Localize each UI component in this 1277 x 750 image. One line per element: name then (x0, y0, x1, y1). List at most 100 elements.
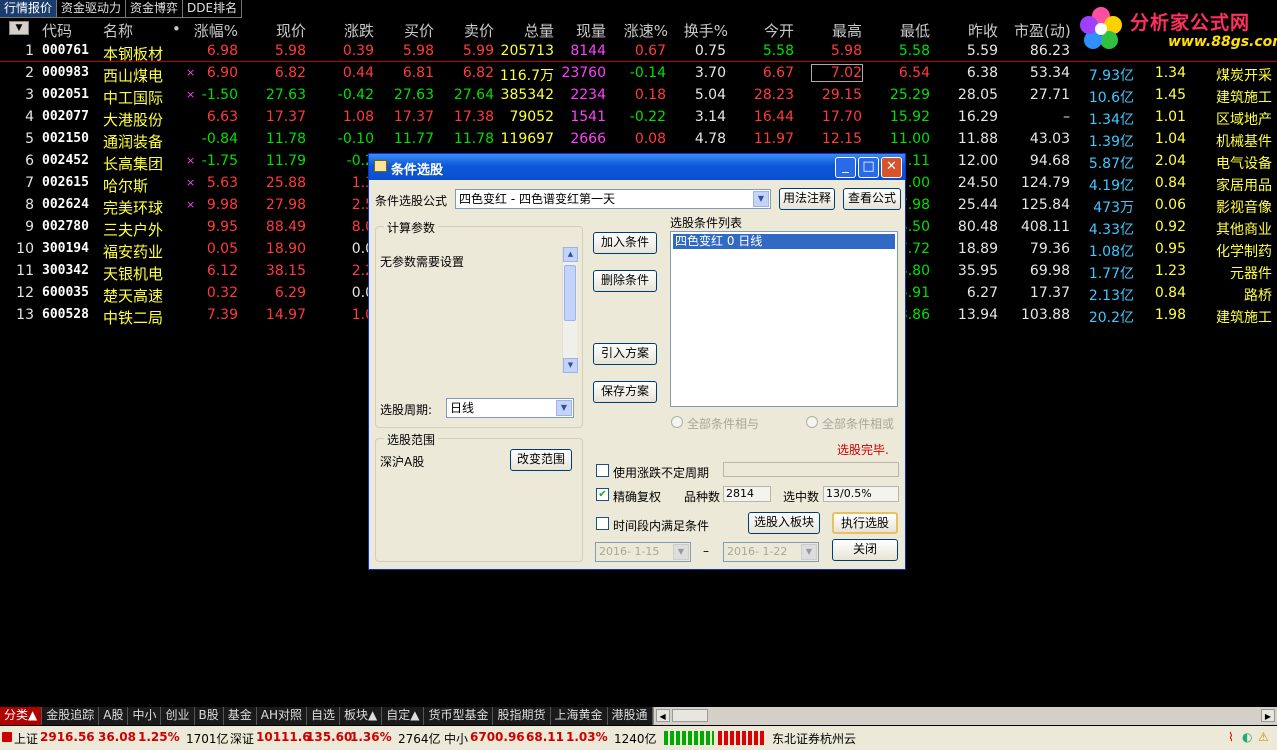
cell-prev: 6.27 (966, 285, 998, 301)
col-high[interactable]: 最高 (824, 20, 862, 41)
col-speed[interactable]: 涨速% (620, 20, 668, 41)
col-turnover[interactable]: 换手% (680, 20, 728, 41)
table-row[interactable]: 1 000761 本钢板材 6.98 5.98 0.39 5.98 5.99 205713 814… (0, 40, 1277, 63)
bottom-tab-6[interactable]: 基金 (223, 707, 257, 725)
change-range-button[interactable]: 改变范围 (510, 449, 572, 471)
bottom-tab-scrollbar[interactable]: ◀ ▶ (652, 707, 1277, 725)
cell-low: 11.00 (889, 131, 930, 147)
col-prev-close[interactable]: 昨收 (960, 20, 998, 41)
scroll-down-icon[interactable]: ▼ (563, 358, 578, 373)
bottom-tab-8[interactable]: 自选 (306, 707, 340, 725)
bottom-tab-11[interactable]: 货币型基金 (424, 707, 494, 725)
cell-ind: 建筑施工 (1216, 90, 1272, 106)
sort-dropdown-icon[interactable]: ▼ (9, 21, 29, 35)
bottom-tab-1[interactable]: 金股追踪 (42, 707, 100, 725)
close-icon[interactable]: ✕ (881, 157, 902, 178)
chevron-down-icon[interactable]: ▼ (556, 400, 572, 416)
cell-change: 0.44 (342, 65, 374, 81)
cell-name: 完美环球 (103, 199, 164, 217)
col-bid[interactable]: 买价 (396, 20, 434, 41)
chevron-down-icon[interactable]: ▼ (673, 544, 689, 560)
col-chg-pct[interactable]: 涨幅% (192, 20, 238, 41)
bottom-tab-10[interactable]: 自定▲ (382, 707, 425, 725)
tab-dde-rank[interactable]: DDE排名 (183, 0, 243, 18)
cell-spd: -0.14 (629, 65, 666, 81)
col-cur-vol[interactable]: 现量 (568, 20, 606, 41)
time-range-checkbox[interactable] (596, 517, 609, 530)
close-button[interactable]: 关闭 (832, 539, 898, 561)
cell-chg: 0.05 (206, 241, 238, 257)
scroll-left-icon[interactable]: ◀ (655, 709, 670, 722)
uncertain-period-checkbox[interactable] (596, 464, 609, 477)
cell-n: 9 (25, 219, 34, 235)
col-ask[interactable]: 卖价 (456, 20, 494, 41)
col-code[interactable]: 代码 (42, 20, 72, 41)
col-name[interactable]: 名称 (103, 20, 133, 41)
col-change[interactable]: 涨跌 (336, 20, 374, 41)
bottom-tab-12[interactable]: 股指期货 (493, 707, 551, 725)
cell-pe: 408.11 (1021, 219, 1070, 235)
scroll-right-icon[interactable]: ▶ (1261, 709, 1275, 722)
condition-list-item[interactable]: 四色变红 0 日线 (673, 234, 895, 249)
bottom-tab-0[interactable]: 分类▲ (0, 707, 43, 725)
cell-cap: 1.39亿 (1088, 134, 1134, 150)
cell-cap: 4.33亿 (1088, 222, 1134, 238)
tab-fund-game[interactable]: 资金博弈 (126, 0, 184, 18)
dialog-title-bar[interactable]: 条件选股 _ □ ✕ (369, 154, 905, 180)
col-low[interactable]: 最低 (892, 20, 930, 41)
bottom-tab-7[interactable]: AH对照 (256, 707, 307, 725)
col-volume[interactable]: 总量 (516, 20, 554, 41)
bottom-tab-4[interactable]: 创业 (161, 707, 195, 725)
cell-code: 600528 (42, 307, 89, 322)
col-price[interactable]: 现价 (268, 20, 306, 41)
bottom-tab-14[interactable]: 港股通 (607, 707, 653, 725)
table-row[interactable]: 3 002051 中工国际 -1.50 27.63 -0.42 27.63 27.64 3853… (0, 84, 1277, 107)
cell-price: 17.37 (265, 109, 306, 125)
cell-ind: 煤炭开采 (1216, 68, 1272, 84)
connection-icon[interactable]: ◐ (1242, 730, 1252, 744)
cell-ratio: 1.01 (1154, 109, 1186, 125)
tab-fund-drive[interactable]: 资金驱动力 (57, 0, 127, 18)
table-row[interactable]: 2 000983 西山煤电 6.90 6.82 0.44 6.81 6.82 116.7万 237… (0, 62, 1277, 85)
bottom-tab-bar: 分类▲ 金股追踪 A股 中小 创业 B股 基金 AH对照 自选 板块▲ 自定▲ 货币型基金 股指期货 上海… (0, 707, 1277, 725)
chevron-down-icon[interactable]: ▼ (801, 544, 817, 560)
usage-notes-button[interactable]: 用法注释 (779, 188, 835, 210)
minimize-icon[interactable]: _ (835, 157, 856, 178)
table-row[interactable]: 4 002077 大港股份 6.63 17.37 1.08 17.37 17.38 79052 1… (0, 106, 1277, 129)
bottom-tab-5[interactable]: B股 (194, 707, 224, 725)
execute-select-button[interactable]: 执行选股 (832, 512, 898, 534)
maximize-icon[interactable]: □ (858, 157, 879, 178)
bottom-tab-3[interactable]: 中小 (128, 707, 162, 725)
date-to-select[interactable]: 2016- 1-22 ▼ (723, 542, 819, 562)
chevron-down-icon[interactable]: ▼ (753, 191, 769, 207)
period-select[interactable]: 日线 ▼ (446, 398, 574, 418)
antenna-icon[interactable]: ⌇ (1228, 730, 1234, 744)
top-tab-bar: 行情报价 资金驱动力 资金博弈 DDE排名 (0, 0, 243, 18)
bottom-tab-13[interactable]: 上海黄金 (550, 707, 608, 725)
tab-quotes[interactable]: 行情报价 (0, 0, 58, 18)
add-condition-button[interactable]: 加入条件 (593, 232, 657, 254)
exact-rights-checkbox[interactable]: ✔ (596, 488, 609, 501)
col-open[interactable]: 今开 (756, 20, 794, 41)
date-from-select[interactable]: 2016- 1-15 ▼ (595, 542, 691, 562)
bottom-tab-2[interactable]: A股 (99, 707, 129, 725)
bottom-tab-9[interactable]: 板块▲ (340, 707, 383, 725)
view-formula-button[interactable]: 查看公式 (843, 188, 901, 210)
params-scrollbar[interactable]: ▲ ▼ (562, 247, 578, 373)
import-plan-button[interactable]: 引入方案 (593, 343, 657, 365)
condition-list[interactable]: 四色变红 0 日线 (670, 231, 898, 407)
radio-all-and[interactable] (671, 416, 683, 428)
cell-pe: 53.34 (1029, 65, 1070, 81)
cell-cap: 20.2亿 (1088, 310, 1134, 326)
radio-all-or[interactable] (806, 416, 818, 428)
scroll-thumb[interactable] (671, 709, 708, 722)
table-row[interactable]: 5 002150 通润装备 -0.84 11.78 -0.10 11.77 11.78 1196… (0, 128, 1277, 151)
to-block-button[interactable]: 选股入板块 (748, 512, 820, 534)
scroll-up-icon[interactable]: ▲ (563, 247, 578, 262)
scroll-thumb[interactable] (564, 265, 576, 321)
save-plan-button[interactable]: 保存方案 (593, 381, 657, 403)
alert-icon[interactable]: ⚠ (1258, 730, 1269, 744)
delete-condition-button[interactable]: 删除条件 (593, 270, 657, 292)
formula-select[interactable]: 四色变红 - 四色谱变红第一天 ▼ (455, 189, 771, 209)
col-pe[interactable]: 市盈(动) (1014, 20, 1071, 41)
